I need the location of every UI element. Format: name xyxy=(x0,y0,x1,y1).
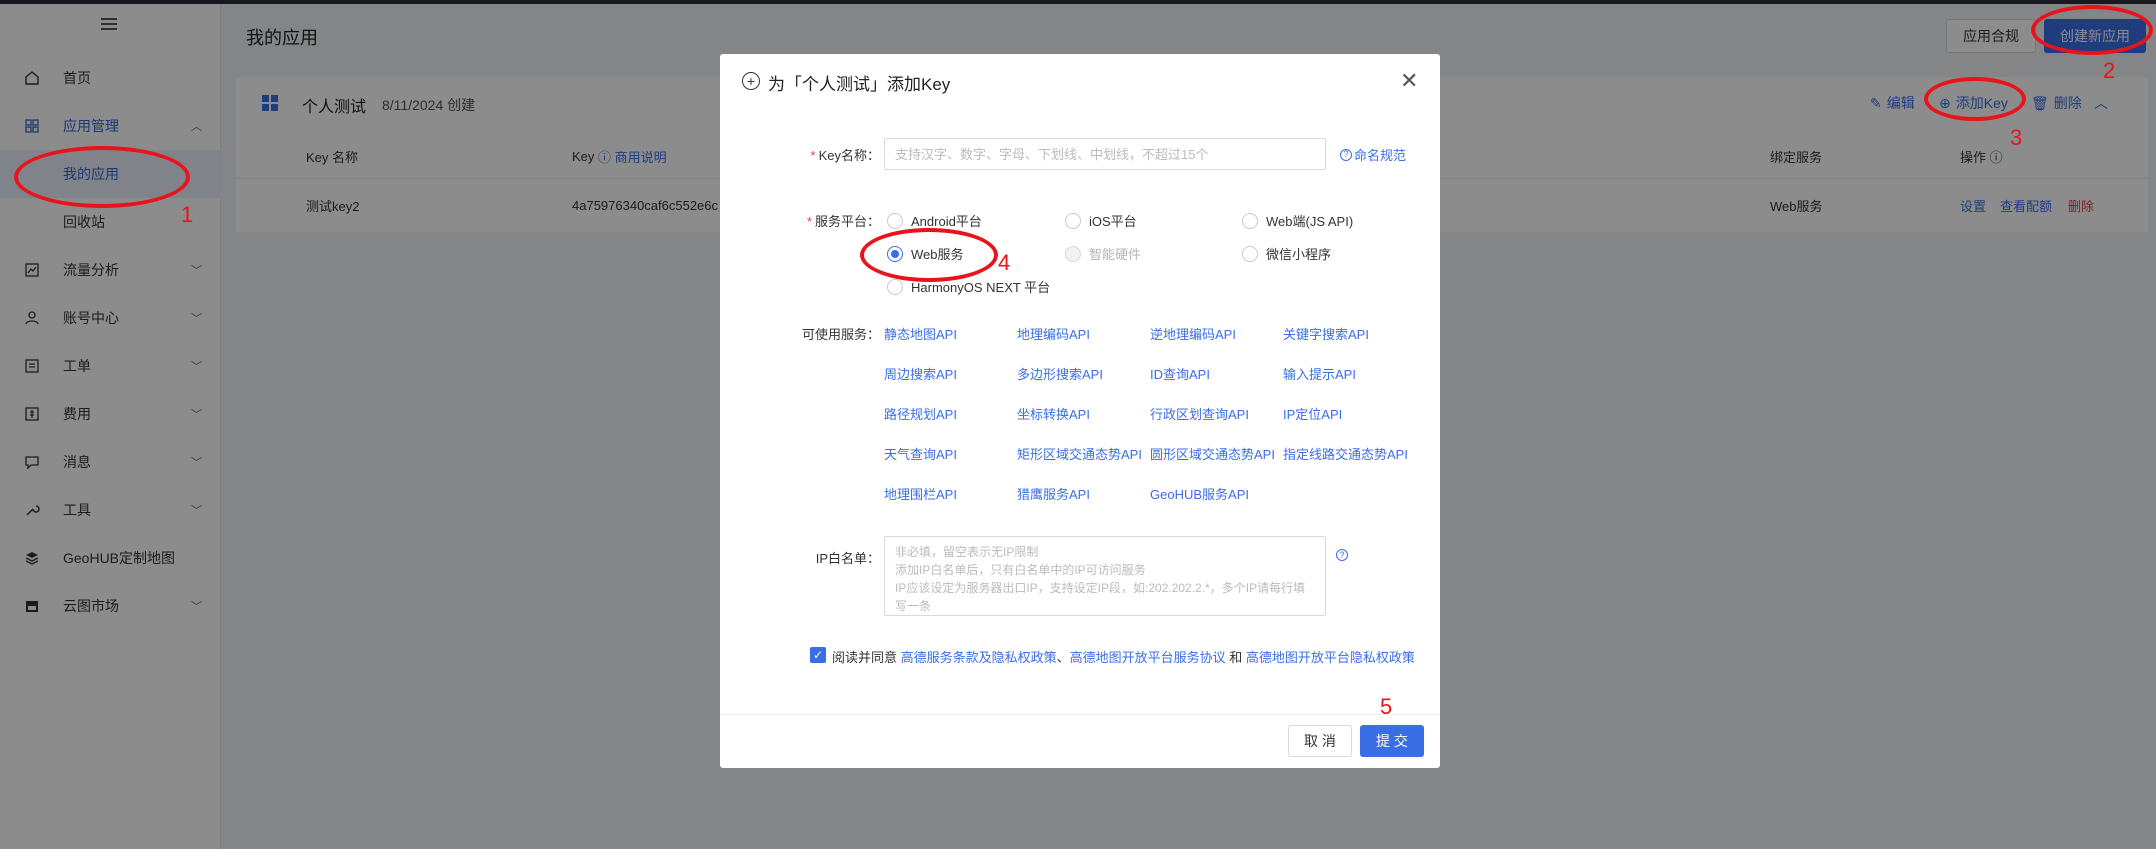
add-key-dialog: + 为「个人测试」添加Key ✕ *Key名称： ?命名规范 *服务平台： An… xyxy=(720,54,1440,768)
question-icon: ? xyxy=(1340,148,1352,161)
service-link[interactable]: 矩形区域交通态势API xyxy=(1017,444,1142,463)
annotation-number: 3 xyxy=(2010,125,2023,150)
radio-dot xyxy=(1242,245,1258,262)
service-link[interactable]: 周边搜索API xyxy=(884,364,957,383)
service-link[interactable]: 猎鹰服务API xyxy=(1017,484,1090,503)
service-link[interactable]: 路径规划API xyxy=(884,404,957,423)
annotation-circle xyxy=(860,228,998,282)
radio-ios[interactable]: iOS平台 xyxy=(1065,211,1137,230)
service-agreement-link[interactable]: 高德地图开放平台服务协议 xyxy=(1070,650,1226,665)
radio-dot xyxy=(1065,212,1081,229)
naming-rule-link[interactable]: ? 命名规范 xyxy=(1340,145,1406,164)
ip-whitelist-label: IP白名单： xyxy=(815,551,880,566)
ip-whitelist-textarea[interactable]: 非必填，留空表示无IP限制 添加IP白名单后，只有白名单中的IP可访问服务 IP… xyxy=(884,536,1326,616)
privacy-policy-link[interactable]: 高德地图开放平台隐私权政策 xyxy=(1246,650,1415,665)
dialog-header: + 为「个人测试」添加Key ✕ xyxy=(720,54,1440,110)
submit-button[interactable]: 提 交 xyxy=(1360,725,1424,757)
service-link[interactable]: IP定位API xyxy=(1283,404,1342,423)
radio-web-js-api[interactable]: Web端(JS API) xyxy=(1242,211,1353,230)
question-icon[interactable]: ? xyxy=(1336,549,1348,561)
key-name-input[interactable] xyxy=(884,138,1326,170)
agree-text: 阅读并同意 高德服务条款及隐私权政策、高德地图开放平台服务协议 和 高德地图开放… xyxy=(832,650,1415,665)
service-link[interactable]: 天气查询API xyxy=(884,444,957,463)
agree-checkbox[interactable]: ✓ xyxy=(810,647,826,663)
service-link[interactable]: 指定线路交通态势API xyxy=(1283,444,1408,463)
annotation-circle xyxy=(1924,77,2026,121)
cancel-button[interactable]: 取 消 xyxy=(1288,725,1352,757)
service-link[interactable]: 输入提示API xyxy=(1283,364,1356,383)
annotation-number: 1 xyxy=(181,202,194,227)
key-name-label: * Key名称： xyxy=(810,148,880,163)
dialog-title: 为「个人测试」添加Key xyxy=(768,75,951,94)
radio-dot xyxy=(1065,245,1081,262)
service-link[interactable]: 逆地理编码API xyxy=(1150,324,1236,343)
platform-label: * 服务平台： xyxy=(806,214,880,229)
annotation-circle xyxy=(14,146,190,208)
service-link[interactable]: 多边形搜索API xyxy=(1017,364,1103,383)
annotation-number: 2 xyxy=(2103,58,2116,83)
service-link[interactable]: 圆形区域交通态势API xyxy=(1150,444,1275,463)
radio-wechat-miniprogram[interactable]: 微信小程序 xyxy=(1242,244,1331,263)
annotation-number: 5 xyxy=(1380,694,1393,719)
service-link[interactable]: ID查询API xyxy=(1150,364,1210,383)
service-link[interactable]: 行政区划查询API xyxy=(1150,404,1249,423)
service-link[interactable]: 静态地图API xyxy=(884,324,957,343)
plus-circle-icon: + xyxy=(742,72,760,90)
footer-divider xyxy=(720,714,1440,715)
service-link[interactable]: 关键字搜索API xyxy=(1283,324,1369,343)
service-link[interactable]: GeoHUB服务API xyxy=(1150,484,1249,503)
radio-dot xyxy=(887,278,903,295)
close-icon[interactable]: ✕ xyxy=(1400,68,1418,94)
service-link[interactable]: 地理编码API xyxy=(1017,324,1090,343)
services-label: 可使用服务： xyxy=(801,327,880,342)
radio-dot xyxy=(1242,212,1258,229)
annotation-circle xyxy=(2031,5,2153,55)
terms-link[interactable]: 高德服务条款及隐私权政策 xyxy=(901,650,1057,665)
radio-dot xyxy=(887,212,903,229)
service-link[interactable]: 地理围栏API xyxy=(884,484,957,503)
service-link[interactable]: 坐标转换API xyxy=(1017,404,1090,423)
annotation-number: 4 xyxy=(998,250,1011,275)
radio-smart-hardware: 智能硬件 xyxy=(1065,244,1141,263)
